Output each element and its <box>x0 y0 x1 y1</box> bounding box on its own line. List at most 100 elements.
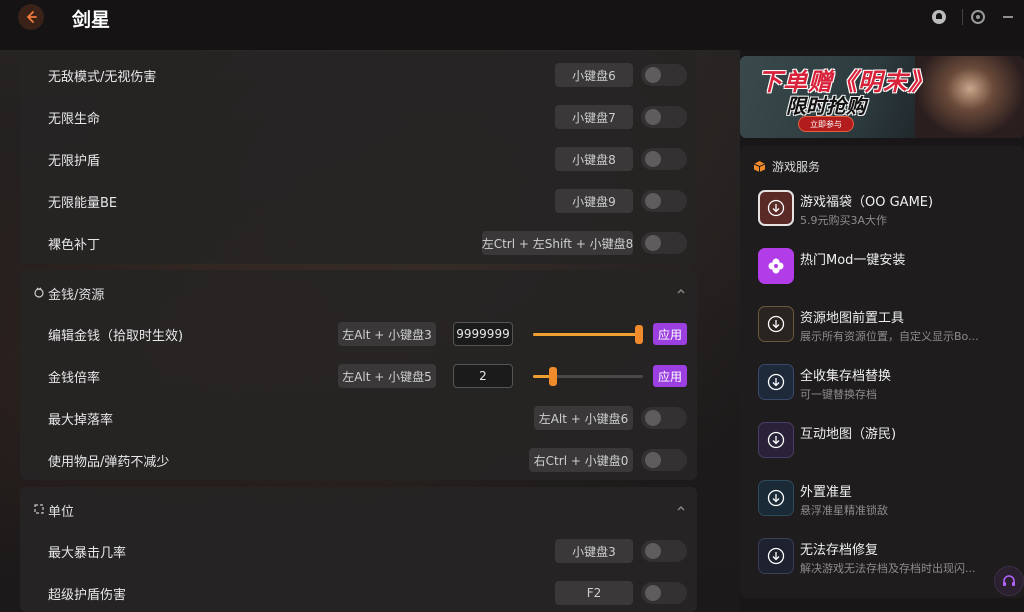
cheat-label: 无限能量BE <box>48 196 118 211</box>
cheat-row: 最大暴击几率 小键盘3 <box>20 530 697 572</box>
cheat-card-units: 单位 最大暴击几率 小键盘3 超级护盾伤害 F2 <box>20 487 697 612</box>
game-services-panel: 游戏服务 游戏福袋（OO GAME) 5.9元购买3A大作 热门Mod一键安装 … <box>740 146 1024 598</box>
cheat-card-money: 金钱/资源 编辑金钱（拾取时生效) 左Alt + 小键盘3 应用 金钱倍率 左A… <box>20 270 697 480</box>
cheat-row: 最大掉落率 左Alt + 小键盘6 <box>20 397 697 439</box>
service-desc: 5.9元购买3A大作 <box>800 214 888 227</box>
download-icon <box>758 480 794 516</box>
download-icon <box>758 364 794 400</box>
hotkey-chip[interactable]: F2 <box>555 581 633 605</box>
cheat-label: 无限护盾 <box>48 154 101 169</box>
cheat-toggle[interactable] <box>641 449 687 471</box>
cheat-row: 无限护盾 小键盘8 <box>20 138 697 180</box>
service-name: 资源地图前置工具 <box>800 311 905 326</box>
cheat-toggle[interactable] <box>641 64 687 86</box>
cheat-toggle[interactable] <box>641 540 687 562</box>
download-icon <box>758 306 794 342</box>
hotkey-chip[interactable]: 左Alt + 小键盘6 <box>534 406 633 430</box>
slider-fill <box>533 333 643 336</box>
settings-icon[interactable] <box>969 8 987 26</box>
hotkey-chip[interactable]: 小键盘3 <box>555 539 633 563</box>
cheat-row: 使用物品/弹药不减少 右Ctrl + 小键盘0 <box>20 439 697 481</box>
download-icon <box>758 422 794 458</box>
cheat-row: 无限能量BE 小键盘9 <box>20 180 697 222</box>
headset-icon <box>1003 575 1015 586</box>
arrow-left-icon <box>26 11 37 23</box>
service-name: 热门Mod一键安装 <box>800 253 906 268</box>
top-bar: 剑星 <box>0 0 1024 50</box>
hotkey-chip[interactable]: 右Ctrl + 小键盘0 <box>529 448 633 472</box>
hotkey-chip[interactable]: 小键盘8 <box>555 147 633 171</box>
promo-banner[interactable]: 下单赠《明末》 限时抢购 立即参与 <box>740 56 1024 138</box>
back-button[interactable] <box>18 4 44 30</box>
cheat-toggle[interactable] <box>641 148 687 170</box>
service-item[interactable]: 全收集存档替换 可一键替换存档 <box>758 364 1018 414</box>
cheat-row: 无敌模式/无视伤害 小键盘6 <box>20 54 697 96</box>
hotkey-chip[interactable]: 小键盘6 <box>555 63 633 87</box>
cheat-row: 超级护盾伤害 F2 <box>20 572 697 612</box>
hotkey-chip[interactable]: 小键盘7 <box>555 105 633 129</box>
cheat-card-general: 无敌模式/无视伤害 小键盘6 无限生命 小键盘7 无限护盾 小键盘8 无限能量B… <box>20 52 697 264</box>
hotkey-chip[interactable]: 左Alt + 小键盘3 <box>338 322 436 346</box>
service-desc: 可一键替换存档 <box>800 388 877 401</box>
section-title: 单位 <box>48 505 75 520</box>
cheat-toggle[interactable] <box>641 106 687 128</box>
cheat-toggle[interactable] <box>641 190 687 212</box>
notification-icon[interactable] <box>930 8 948 26</box>
cheat-row: 裸色补丁 左Ctrl + 左Shift + 小键盘8 <box>20 222 697 264</box>
apply-button[interactable]: 应用 <box>653 365 687 387</box>
service-item[interactable]: 无法存档修复 解决游戏无法存档及存档时出现闪... <box>758 538 1018 588</box>
support-headset-button[interactable] <box>994 566 1024 596</box>
divider <box>962 9 963 25</box>
money-value-input[interactable] <box>453 322 513 346</box>
chevron-up-icon[interactable] <box>675 285 687 297</box>
section-header-money[interactable]: 金钱/资源 <box>20 270 697 314</box>
cheat-label: 裸色补丁 <box>48 238 101 253</box>
slider-thumb[interactable] <box>548 367 557 386</box>
service-desc: 悬浮准星精准锁敌 <box>800 504 888 517</box>
cheat-label: 编辑金钱（拾取时生效) <box>48 329 184 344</box>
banner-join-button[interactable]: 立即参与 <box>798 116 854 132</box>
cheat-label: 最大暴击几率 <box>48 546 127 561</box>
money-bag-icon <box>32 285 46 299</box>
cheat-label: 金钱倍率 <box>48 371 101 386</box>
cheat-toggle[interactable] <box>641 232 687 254</box>
cheat-label: 最大掉落率 <box>48 413 114 428</box>
service-item[interactable]: 热门Mod一键安装 <box>758 248 1018 298</box>
hotkey-chip[interactable]: 左Ctrl + 左Shift + 小键盘8 <box>482 231 633 255</box>
cheat-toggle[interactable] <box>641 582 687 604</box>
unit-icon <box>32 502 46 516</box>
hotkey-chip[interactable]: 左Alt + 小键盘5 <box>338 364 436 388</box>
cheat-row: 编辑金钱（拾取时生效) 左Alt + 小键盘3 应用 <box>20 313 697 355</box>
section-header-units[interactable]: 单位 <box>20 487 697 531</box>
service-item[interactable]: 游戏福袋（OO GAME) 5.9元购买3A大作 <box>758 190 1018 240</box>
service-desc: 展示所有资源位置，自定义显示Bo... <box>800 330 979 343</box>
service-item[interactable]: 互动地图（游民) <box>758 422 1018 472</box>
cheat-toggle[interactable] <box>641 407 687 429</box>
download-icon <box>758 538 794 574</box>
cheat-label: 无限生命 <box>48 112 101 127</box>
cheat-row: 无限生命 小键盘7 <box>20 96 697 138</box>
app-title: 剑星 <box>72 9 111 31</box>
service-name: 全收集存档替换 <box>800 369 892 384</box>
cheat-label: 超级护盾伤害 <box>48 588 127 603</box>
minimize-icon[interactable] <box>999 8 1017 26</box>
multiplier-slider[interactable] <box>533 367 643 386</box>
service-name: 游戏福袋（OO GAME) <box>800 195 934 210</box>
slider-thumb[interactable] <box>635 325 643 344</box>
service-item[interactable]: 资源地图前置工具 展示所有资源位置，自定义显示Bo... <box>758 306 1018 356</box>
banner-subheadline: 限时抢购 <box>786 94 866 118</box>
cheat-label: 使用物品/弹药不减少 <box>48 455 170 470</box>
chevron-up-icon[interactable] <box>675 502 687 514</box>
service-item[interactable]: 外置准星 悬浮准星精准锁敌 <box>758 480 1018 530</box>
services-title: 游戏服务 <box>772 160 821 174</box>
money-multiplier-input[interactable] <box>453 364 513 388</box>
apply-button[interactable]: 应用 <box>653 323 687 345</box>
download-icon <box>758 190 794 226</box>
service-name: 无法存档修复 <box>800 543 879 558</box>
hotkey-chip[interactable]: 小键盘9 <box>555 189 633 213</box>
cheat-label: 无敌模式/无视伤害 <box>48 70 157 85</box>
service-name: 互动地图（游民) <box>800 427 897 442</box>
money-slider[interactable] <box>533 325 643 344</box>
section-title: 金钱/资源 <box>48 288 105 303</box>
mod-flower-icon <box>758 248 794 284</box>
